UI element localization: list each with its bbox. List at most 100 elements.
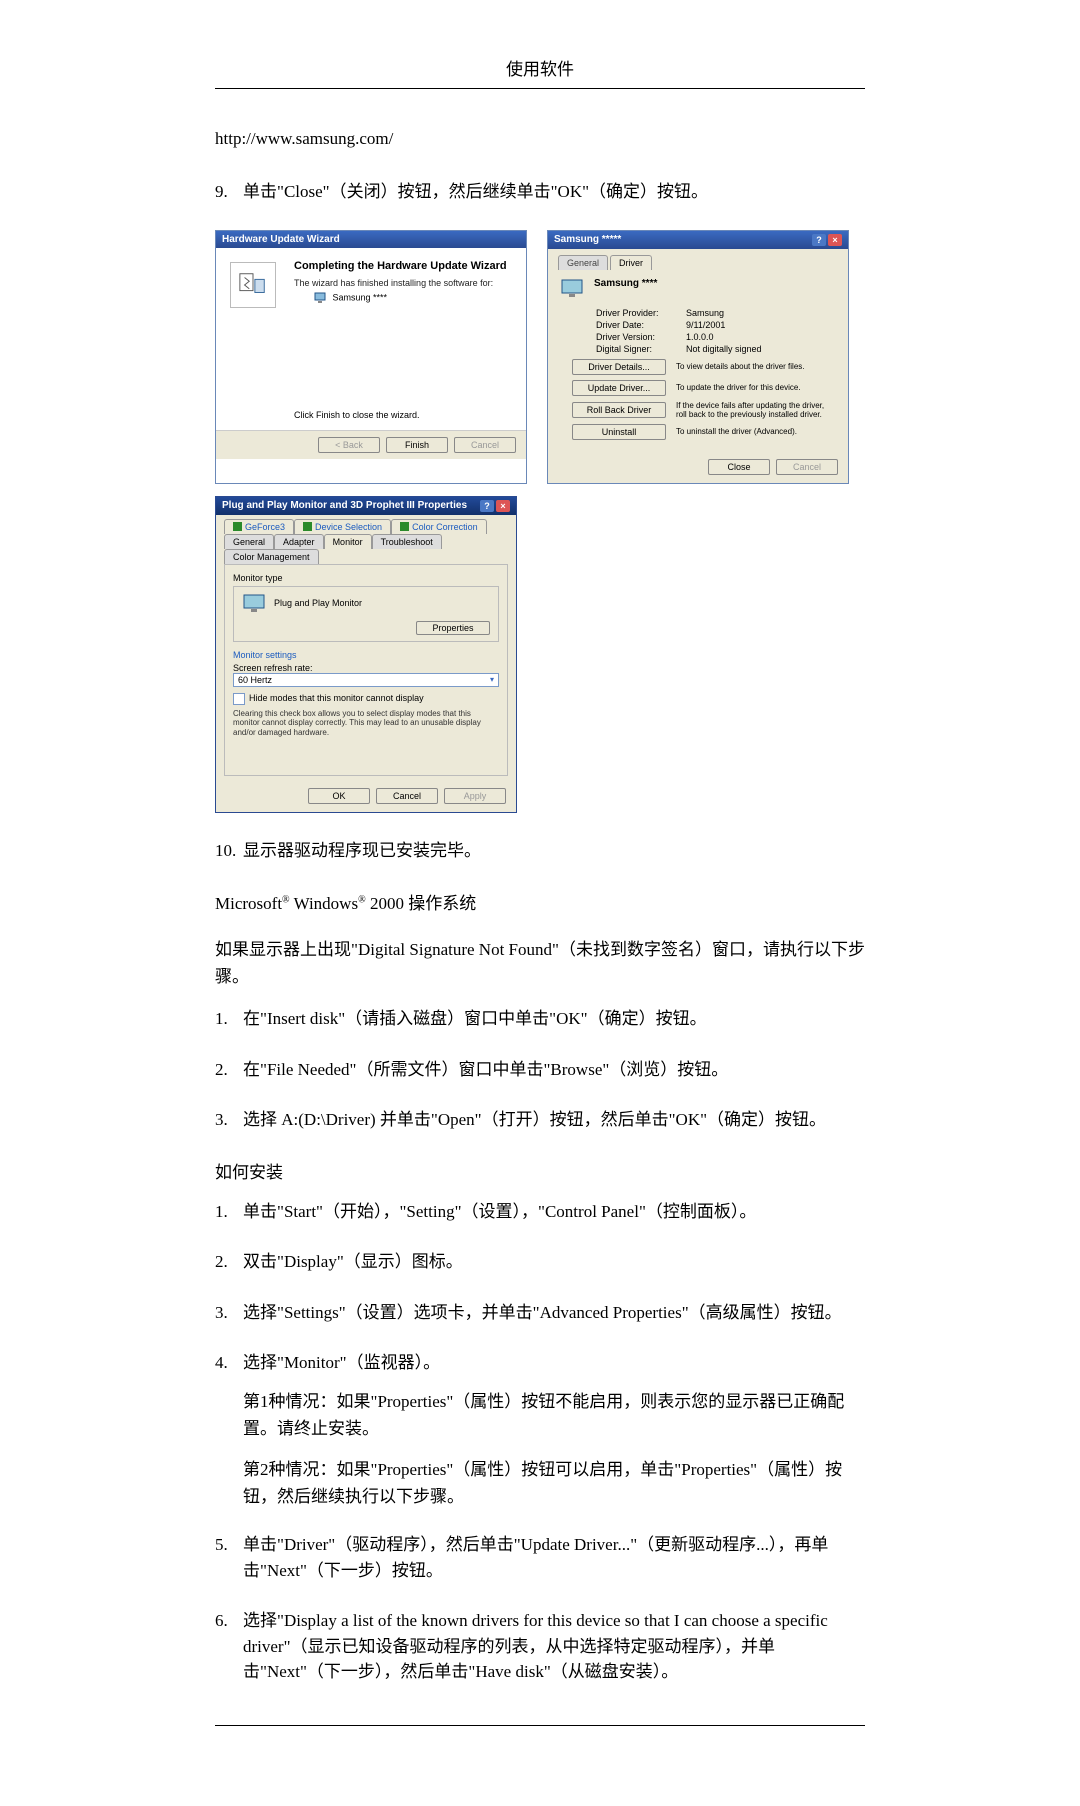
nvidia-icon bbox=[400, 522, 409, 531]
close-icon[interactable]: × bbox=[828, 234, 842, 246]
install-step-2: 2. 双击"Display"（显示）图标。 bbox=[215, 1249, 865, 1275]
step-num: 6. bbox=[215, 1608, 243, 1685]
step-num: 1. bbox=[215, 1199, 243, 1225]
wizard-installed-item: Samsung **** bbox=[314, 292, 516, 304]
ok-button[interactable]: OK bbox=[308, 788, 370, 804]
properties-titlebar: Samsung ***** ? × bbox=[548, 231, 848, 249]
tab-general[interactable]: General bbox=[558, 255, 608, 270]
action-desc: To update the driver for this device. bbox=[676, 383, 836, 392]
digital-signature-para: 如果显示器上出现"Digital Signature Not Found"（未找… bbox=[215, 936, 865, 990]
apply-button: Apply bbox=[444, 788, 506, 804]
step-9: 9. 单击"Close"（关闭）按钮，然后继续单击"OK"（确定）按钮。 bbox=[215, 179, 865, 205]
step-text: 显示器驱动程序现已安装完毕。 bbox=[243, 838, 865, 864]
group-label-monitor-type: Monitor type bbox=[233, 573, 499, 583]
step-text: 选择"Monitor"（监视器）。 bbox=[243, 1350, 865, 1376]
tab-label: Device Selection bbox=[315, 522, 382, 532]
step-num: 2. bbox=[215, 1057, 243, 1083]
step-num: 4. bbox=[215, 1350, 243, 1376]
os-suffix: 2000 操作系统 bbox=[366, 894, 477, 913]
os-line: Microsoft® Windows® 2000 操作系统 bbox=[215, 889, 865, 914]
header-rule bbox=[215, 88, 865, 89]
update-driver-button[interactable]: Update Driver... bbox=[572, 380, 666, 396]
refresh-rate-combo[interactable]: 60 Hertz ▾ bbox=[233, 673, 499, 687]
step-num: 3. bbox=[215, 1300, 243, 1326]
tab-adapter[interactable]: Adapter bbox=[274, 534, 324, 549]
properties-title-text: Samsung ***** bbox=[554, 234, 621, 245]
tab-general[interactable]: General bbox=[224, 534, 274, 549]
hide-modes-hint: Clearing this check box allows you to se… bbox=[233, 709, 499, 738]
kv-val: 1.0.0.0 bbox=[686, 332, 714, 342]
wizard-icon bbox=[230, 262, 276, 308]
step-num: 5. bbox=[215, 1532, 243, 1583]
install-step-1: 1. 单击"Start"（开始），"Setting"（设置），"Control … bbox=[215, 1199, 865, 1225]
close-button[interactable]: Close bbox=[708, 459, 770, 475]
os-prefix: Microsoft bbox=[215, 894, 282, 913]
kv-key: Driver Provider: bbox=[596, 308, 686, 318]
step-text: 单击"Start"（开始），"Setting"（设置），"Control Pan… bbox=[243, 1199, 865, 1225]
nvidia-icon bbox=[233, 522, 242, 531]
tab-driver[interactable]: Driver bbox=[610, 255, 652, 270]
step-num: 2. bbox=[215, 1249, 243, 1275]
page-header: 使用软件 bbox=[215, 55, 865, 80]
tab-color-management[interactable]: Color Management bbox=[224, 549, 319, 564]
install-step-5: 5. 单击"Driver"（驱动程序），然后单击"Update Driver..… bbox=[215, 1532, 865, 1583]
step-num: 3. bbox=[215, 1107, 243, 1133]
help-icon[interactable]: ? bbox=[812, 234, 826, 246]
finish-button[interactable]: Finish bbox=[386, 437, 448, 453]
device-name: Samsung **** bbox=[594, 278, 657, 289]
dsig-step-1: 1. 在"Insert disk"（请插入磁盘）窗口中单击"OK"（确定）按钮。 bbox=[215, 1006, 865, 1032]
kv-key: Digital Signer: bbox=[596, 344, 686, 354]
tab-device-selection[interactable]: Device Selection bbox=[294, 519, 391, 534]
cancel-button[interactable]: Cancel bbox=[376, 788, 438, 804]
step-text: 选择 A:(D:\Driver) 并单击"Open"（打开）按钮，然后单击"OK… bbox=[243, 1107, 865, 1133]
monitor-icon bbox=[314, 292, 326, 304]
install-step-4-case2: 第2种情况：如果"Properties"（属性）按钮可以启用，单击"Proper… bbox=[243, 1456, 865, 1510]
tab-color-correction[interactable]: Color Correction bbox=[391, 519, 487, 534]
wizard-close-instr: Click Finish to close the wizard. bbox=[294, 410, 420, 420]
kv-key: Driver Date: bbox=[596, 320, 686, 330]
kv-key: Driver Version: bbox=[596, 332, 686, 342]
cancel-button: Cancel bbox=[776, 459, 838, 475]
hide-modes-checkbox[interactable] bbox=[233, 693, 245, 705]
help-icon[interactable]: ? bbox=[480, 500, 494, 512]
tab-monitor[interactable]: Monitor bbox=[324, 534, 372, 549]
tab-troubleshoot[interactable]: Troubleshoot bbox=[372, 534, 442, 549]
wizard-subtext: The wizard has finished installing the s… bbox=[294, 278, 516, 288]
kv-val: Samsung bbox=[686, 308, 724, 318]
tab-label: GeForce3 bbox=[245, 522, 285, 532]
dsig-step-3: 3. 选择 A:(D:\Driver) 并单击"Open"（打开）按钮，然后单击… bbox=[215, 1107, 865, 1133]
step-10: 10. 显示器驱动程序现已安装完毕。 bbox=[215, 838, 865, 864]
rollback-driver-button[interactable]: Roll Back Driver bbox=[572, 402, 666, 418]
group-label-monitor-settings: Monitor settings bbox=[233, 650, 499, 660]
footer-rule bbox=[215, 1725, 865, 1726]
install-step-4: 4. 选择"Monitor"（监视器）。 bbox=[215, 1350, 865, 1376]
nvidia-icon bbox=[303, 522, 312, 531]
step-num: 10. bbox=[215, 838, 243, 864]
step-text: 选择"Display a list of the known drivers f… bbox=[243, 1608, 865, 1685]
dsig-step-2: 2. 在"File Needed"（所需文件）窗口中单击"Browse"（浏览）… bbox=[215, 1057, 865, 1083]
tab-geforce3[interactable]: GeForce3 bbox=[224, 519, 294, 534]
driver-details-button[interactable]: Driver Details... bbox=[572, 359, 666, 375]
close-icon[interactable]: × bbox=[496, 500, 510, 512]
step-num: 1. bbox=[215, 1006, 243, 1032]
uninstall-button[interactable]: Uninstall bbox=[572, 424, 666, 440]
hardware-update-wizard-dialog: Hardware Update Wizard Completing the Ha… bbox=[215, 230, 527, 484]
wizard-footer: < Back Finish Cancel bbox=[216, 430, 526, 459]
install-step-6: 6. 选择"Display a list of the known driver… bbox=[215, 1608, 865, 1685]
monitor-icon bbox=[560, 278, 586, 300]
action-desc: To view details about the driver files. bbox=[676, 362, 836, 371]
step-text: 在"File Needed"（所需文件）窗口中单击"Browse"（浏览）按钮。 bbox=[243, 1057, 865, 1083]
step-text: 双击"Display"（显示）图标。 bbox=[243, 1249, 865, 1275]
kv-val: 9/11/2001 bbox=[686, 320, 725, 330]
wizard-item-label: Samsung **** bbox=[333, 292, 388, 302]
figure-group: Hardware Update Wizard Completing the Ha… bbox=[215, 230, 865, 814]
wizard-heading: Completing the Hardware Update Wizard bbox=[294, 260, 516, 272]
action-desc: If the device fails after updating the d… bbox=[676, 401, 836, 419]
driver-properties-dialog: Samsung ***** ? × General Driver bbox=[547, 230, 849, 484]
kv-val: Not digitally signed bbox=[686, 344, 762, 354]
install-step-4-case1: 第1种情况：如果"Properties"（属性）按钮不能启用，则表示您的显示器已… bbox=[243, 1388, 865, 1442]
step-text: 单击"Driver"（驱动程序），然后单击"Update Driver..."（… bbox=[243, 1532, 865, 1583]
properties-button[interactable]: Properties bbox=[416, 621, 490, 635]
step-num: 9. bbox=[215, 179, 243, 205]
step-text: 在"Insert disk"（请插入磁盘）窗口中单击"OK"（确定）按钮。 bbox=[243, 1006, 865, 1032]
